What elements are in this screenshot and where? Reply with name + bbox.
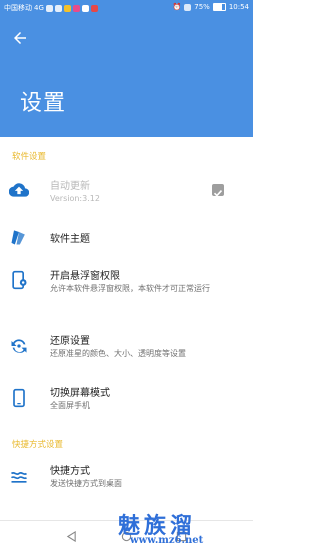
shortcut-title: 快捷方式 — [50, 466, 90, 477]
auto-update-version: Version:3.12 — [50, 194, 100, 203]
screen-mode-title: 切换屏幕模式 — [50, 388, 110, 399]
status-bar: 中国移动 4G ⏰ 75% 10:54 — [0, 0, 253, 17]
battery-icon — [212, 3, 226, 11]
screen-mode-desc: 全面屏手机 — [50, 401, 90, 410]
phone-settings-icon — [12, 270, 27, 290]
back-arrow-icon[interactable] — [11, 29, 29, 47]
shortcut-icon — [10, 471, 28, 483]
network-label: 4G — [34, 4, 44, 12]
check-icon — [213, 190, 223, 197]
carrier-label: 中国移动 — [4, 4, 32, 12]
app-header: 设置 — [0, 17, 253, 137]
app-notification-icon — [63, 4, 71, 12]
wifi-icon — [54, 4, 62, 12]
section-header-software: 软件设置 — [12, 152, 47, 162]
section-header-shortcut: 快捷方式设置 — [12, 440, 64, 450]
app-notification-icon — [72, 4, 80, 12]
float-window-desc: 允许本软件悬浮窗权限，本软件才可正常运行 — [50, 284, 210, 293]
float-window-row[interactable]: 开启悬浮窗权限 允许本软件悬浮窗权限，本软件才可正常运行 — [0, 262, 253, 302]
app-notification-icon — [81, 4, 89, 12]
nav-back-icon[interactable] — [66, 531, 77, 542]
time-label: 10:54 — [228, 3, 249, 11]
restore-title: 还原设置 — [50, 336, 90, 347]
smartphone-icon — [13, 388, 25, 408]
restore-icon — [11, 339, 27, 353]
theme-row[interactable]: 软件主题 — [0, 217, 253, 257]
signal-icon — [45, 4, 53, 12]
palette-icon — [11, 230, 25, 245]
auto-update-title: 自动更新 — [50, 181, 90, 192]
auto-update-row[interactable]: 自动更新 Version:3.12 — [0, 170, 253, 210]
battery-label: 75% — [194, 3, 210, 11]
cloud-upload-icon — [9, 183, 29, 197]
float-window-title: 开启悬浮窗权限 — [50, 271, 120, 282]
restore-desc: 还原准星的颜色、大小、透明度等设置 — [50, 349, 186, 358]
mute-icon — [184, 3, 192, 11]
watermark-url: www.mz6.net — [130, 535, 204, 546]
restore-row[interactable]: 还原设置 还原准星的颜色、大小、透明度等设置 — [0, 327, 253, 367]
alarm-icon: ⏰ — [172, 3, 182, 11]
page-title: 设置 — [20, 91, 67, 116]
screen-mode-row[interactable]: 切换屏幕模式 全面屏手机 — [0, 379, 253, 419]
shortcut-desc: 发送快捷方式到桌面 — [50, 479, 122, 488]
app-notification-icon — [90, 4, 98, 12]
theme-title: 软件主题 — [50, 234, 90, 245]
shortcut-row[interactable]: 快捷方式 发送快捷方式到桌面 — [0, 457, 253, 497]
auto-update-checkbox[interactable] — [212, 184, 224, 197]
